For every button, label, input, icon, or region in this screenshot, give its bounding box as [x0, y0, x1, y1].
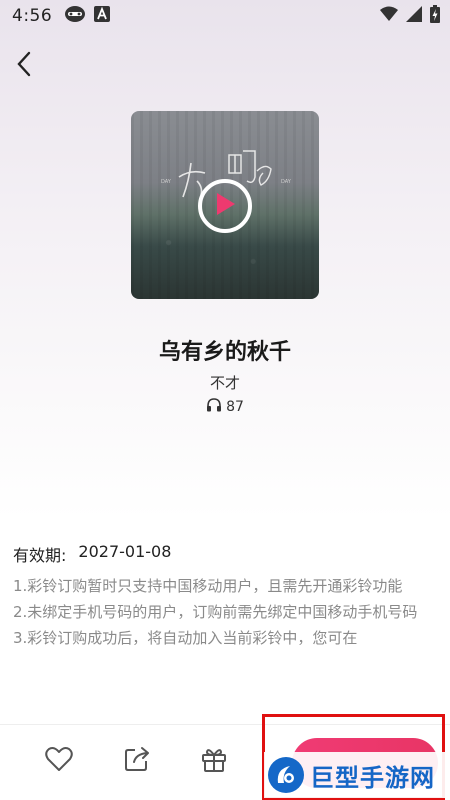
status-right-icons	[380, 4, 440, 28]
signal-icon	[406, 5, 422, 27]
play-button[interactable]	[198, 179, 252, 233]
status-time: 4:56	[12, 6, 53, 26]
svg-text:DAY: DAY	[281, 179, 292, 185]
validity-date: 2027-01-08	[78, 542, 172, 561]
svg-text:DAY: DAY	[161, 179, 172, 185]
chevron-left-icon	[16, 51, 32, 81]
a-badge-icon	[94, 5, 111, 27]
purchase-notes: 1.彩铃订购暂时只支持中国移动用户，且需先开通彩铃功能 2.未绑定手机号码的用户…	[13, 573, 438, 651]
heart-icon	[45, 746, 73, 776]
gift-icon	[200, 745, 228, 777]
status-bar: 4:56	[0, 0, 450, 32]
watermark: 巨型手游网	[264, 752, 448, 798]
validity-row: 有效期: 2027-01-08	[13, 542, 171, 566]
watermark-text: 巨型手游网	[310, 763, 435, 792]
note-item: 2.未绑定手机号码的用户，订购前需先绑定中国移动手机号码	[13, 603, 418, 621]
album-cover[interactable]: DAY DAY	[131, 111, 319, 299]
gift-button[interactable]	[199, 746, 229, 776]
wifi-icon	[380, 6, 398, 27]
note-item: 1.彩铃订购暂时只支持中国移动用户，且需先开通彩铃功能	[13, 577, 403, 595]
status-left-icons	[64, 5, 111, 28]
headphones-icon	[206, 398, 222, 416]
song-title: 乌有乡的秋千	[158, 340, 291, 365]
share-button[interactable]	[122, 746, 152, 776]
headset-icon	[64, 5, 86, 28]
battery-icon	[430, 4, 440, 28]
back-button[interactable]	[8, 48, 40, 84]
listen-count-row: 87	[0, 398, 450, 416]
play-icon	[214, 191, 236, 221]
like-button[interactable]	[44, 746, 74, 776]
share-icon	[123, 745, 151, 777]
song-artist[interactable]: 不才	[0, 372, 450, 393]
validity-label: 有效期:	[13, 546, 67, 565]
note-item: 3.彩铃订购成功后，将自动加入当前彩铃中，您可在	[13, 629, 358, 647]
watermark-logo-icon	[268, 757, 304, 793]
listen-count: 87	[226, 399, 244, 415]
